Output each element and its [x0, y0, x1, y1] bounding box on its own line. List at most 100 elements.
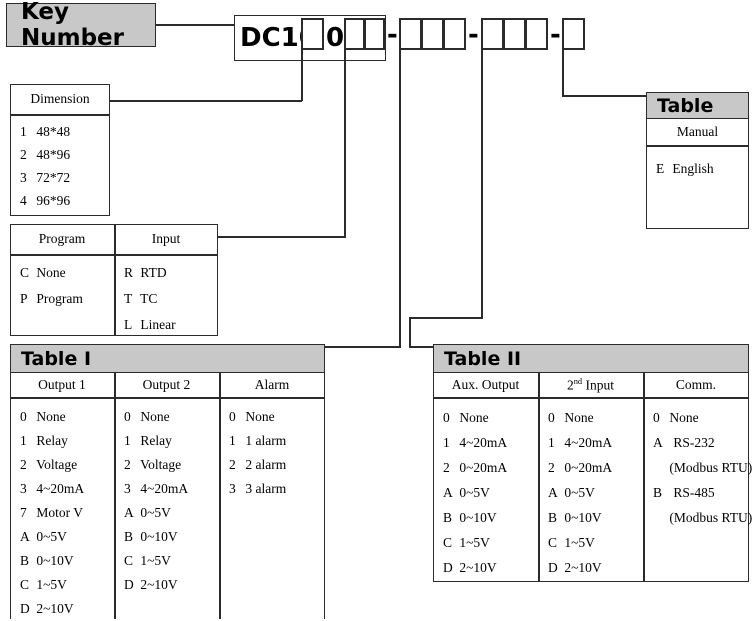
list-item[interactable]: 7 Motor V: [20, 501, 115, 525]
table-two-header-second-input-label: 2nd Input: [567, 376, 614, 393]
row-label: 1~5V: [36, 577, 67, 592]
list-item[interactable]: 3 4~20mA: [20, 477, 115, 501]
list-item[interactable]: E English: [656, 158, 751, 180]
list-item[interactable]: R RTD: [124, 260, 219, 286]
key-cell-aux-output[interactable]: [481, 18, 504, 50]
list-item[interactable]: A 0~5V: [443, 480, 538, 505]
row-label: 2~10V: [564, 560, 602, 575]
row-label: RS-485: [673, 485, 715, 500]
list-item[interactable]: 3 3 alarm: [229, 477, 324, 501]
key-cell-manual[interactable]: [562, 18, 585, 50]
list-item[interactable]: 2 Voltage: [20, 453, 115, 477]
table-two-header-second-input: 2nd Input: [538, 373, 643, 397]
row-code: B: [548, 510, 558, 525]
list-item[interactable]: D 2~10V: [443, 555, 538, 580]
list-item[interactable]: C 1~5V: [548, 530, 643, 555]
list-item[interactable]: 0 None: [653, 405, 753, 430]
list-item[interactable]: D 2~10V: [20, 597, 115, 621]
list-item[interactable]: C 1~5V: [443, 530, 538, 555]
dimension-rows: 1 48*48 2 48*96 3 72*72 4 96*96: [20, 120, 112, 212]
key-cell-second-input[interactable]: [503, 18, 526, 50]
row-label: Linear: [140, 317, 176, 332]
list-item[interactable]: C None: [20, 260, 115, 286]
row-label: 48*96: [36, 147, 71, 162]
list-item[interactable]: 3 4~20mA: [124, 477, 219, 501]
input-column-header: Input: [151, 231, 181, 246]
row-code: 0: [229, 409, 236, 424]
dimension-header-label: Dimension: [30, 91, 90, 106]
list-item[interactable]: A RS-232: [653, 430, 753, 455]
list-item[interactable]: P Program: [20, 286, 115, 312]
list-item[interactable]: 1 48*48: [20, 120, 112, 143]
key-number-title-box: Key Number: [6, 0, 156, 51]
row-code: 3: [124, 481, 131, 496]
list-item[interactable]: L Linear: [124, 312, 219, 338]
row-code: D: [124, 577, 134, 592]
row-code: L: [124, 317, 133, 332]
list-item[interactable]: 2 0~20mA: [443, 455, 538, 480]
list-item[interactable]: T TC: [124, 286, 219, 312]
list-item[interactable]: 0 None: [20, 405, 115, 429]
row-label: 2~10V: [459, 560, 497, 575]
row-code: C: [20, 577, 30, 592]
row-code: C: [443, 535, 453, 550]
key-cell-alarm[interactable]: [443, 18, 466, 50]
list-item[interactable]: 2 48*96: [20, 143, 112, 166]
list-item[interactable]: 0 None: [548, 405, 643, 430]
table-one-alarm-rows: 0 None 1 1 alarm 2 2 alarm 3 3 alarm: [229, 405, 324, 501]
table-two-header-comm: Comm.: [643, 373, 749, 397]
list-item[interactable]: B 0~10V: [124, 525, 219, 549]
list-item[interactable]: 2 2 alarm: [229, 453, 324, 477]
list-item[interactable]: A 0~5V: [124, 501, 219, 525]
list-item[interactable]: C 1~5V: [124, 549, 219, 573]
row-label: Relay: [36, 433, 68, 448]
row-code: 1: [124, 433, 131, 448]
list-item[interactable]: A 0~5V: [20, 525, 115, 549]
row-code: B: [124, 529, 134, 544]
row-code: D: [20, 601, 30, 616]
list-item[interactable]: 0 None: [443, 405, 538, 430]
key-cell-input[interactable]: [364, 18, 385, 50]
list-item[interactable]: B 0~10V: [548, 505, 643, 530]
list-item[interactable]: 1 4~20mA: [443, 430, 538, 455]
list-item[interactable]: 4 96*96: [20, 189, 112, 212]
row-code: A: [20, 529, 30, 544]
row-label: 1~5V: [564, 535, 595, 550]
key-cell-output1[interactable]: [399, 18, 422, 50]
list-item[interactable]: 3 72*72: [20, 166, 112, 189]
list-item[interactable]: 1 Relay: [20, 429, 115, 453]
row-label: 72*72: [36, 170, 71, 185]
row-label: 0~5V: [459, 485, 490, 500]
list-item[interactable]: D 2~10V: [548, 555, 643, 580]
list-item[interactable]: B RS-485: [653, 480, 753, 505]
connector-dimension-horizontal: [110, 100, 302, 102]
row-label: None: [564, 410, 594, 425]
list-item[interactable]: D 2~10V: [124, 573, 219, 597]
list-item[interactable]: 1 Relay: [124, 429, 219, 453]
key-cell-comm[interactable]: [525, 18, 548, 50]
list-item[interactable]: 2 Voltage: [124, 453, 219, 477]
list-item[interactable]: A 0~5V: [548, 480, 643, 505]
row-code: 0: [20, 409, 27, 424]
list-item[interactable]: 0 None: [229, 405, 324, 429]
connector-keynumber-title: [156, 24, 234, 26]
row-label: 0~5V: [36, 529, 67, 544]
row-label: (Modbus RTU): [669, 510, 753, 525]
list-item[interactable]: 1 1 alarm: [229, 429, 324, 453]
list-item[interactable]: 2 0~20mA: [548, 455, 643, 480]
list-item[interactable]: 0 None: [124, 405, 219, 429]
row-label: 0~10V: [140, 529, 178, 544]
list-item[interactable]: B 0~10V: [443, 505, 538, 530]
key-cell-dimension[interactable]: [301, 18, 324, 50]
list-item[interactable]: C 1~5V: [20, 573, 115, 597]
row-code: B: [20, 553, 30, 568]
row-label: 0~10V: [564, 510, 602, 525]
table-two-title: Table II: [433, 344, 749, 373]
key-cell-output2[interactable]: [421, 18, 444, 50]
row-label: 2~10V: [140, 577, 178, 592]
key-cell-program[interactable]: [344, 18, 365, 50]
list-item[interactable]: 1 4~20mA: [548, 430, 643, 455]
list-item[interactable]: B 0~10V: [20, 549, 115, 573]
connector-table2-vertical-2: [409, 317, 411, 347]
table-one-title: Table I: [10, 344, 325, 373]
